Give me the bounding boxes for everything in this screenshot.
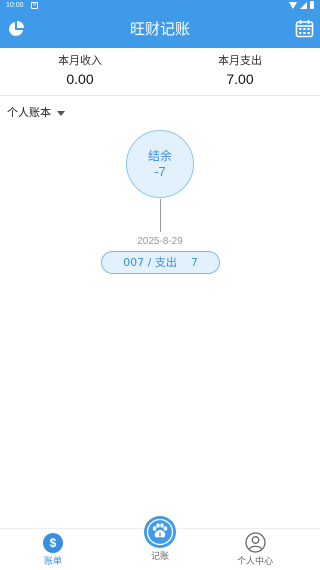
page-title: 旺财记账 (129, 20, 190, 38)
expense-value: 7.00 (226, 71, 254, 87)
balance-label: 结余 (147, 149, 172, 163)
caret-down-icon (57, 110, 65, 116)
paw-icon: ¥ (146, 518, 174, 546)
wifi-icon (289, 1, 297, 9)
notification-icon: ✕ (31, 2, 38, 9)
app-header: 10:00 ✕ 旺财记账 (0, 0, 320, 48)
balance-value: -7 (154, 164, 166, 179)
nav-bill-label: 账单 (43, 557, 62, 567)
nav-me[interactable]: 个人中心 (202, 529, 308, 570)
add-record-button[interactable]: ¥ (144, 516, 176, 548)
status-time: 10:00 (6, 2, 24, 9)
book-selector[interactable]: 个人账本 (7, 105, 65, 121)
status-icons (289, 1, 314, 9)
nav-bill[interactable]: $ 账单 (0, 529, 106, 570)
income-value: 0.00 (66, 71, 94, 87)
signal-icon (300, 1, 307, 9)
dollar-icon: $ (43, 533, 63, 553)
income-label: 本月收入 (58, 54, 102, 67)
status-bar: 10:00 ✕ (0, 0, 320, 11)
expense-label: 本月支出 (218, 54, 262, 67)
svg-text:¥: ¥ (159, 532, 162, 538)
battery-icon (310, 1, 314, 9)
add-record-label: 记账 (150, 552, 169, 562)
balance-circle: 结余 -7 (126, 130, 194, 198)
timeline-connector (160, 199, 161, 232)
user-icon (245, 532, 266, 553)
book-selector-label: 个人账本 (7, 106, 51, 119)
record-date: 2025-8-29 (137, 236, 183, 247)
record-item[interactable]: 007 / 支出 7 (101, 251, 220, 274)
expense-summary: 本月支出 7.00 (160, 54, 320, 88)
nav-me-label: 个人中心 (236, 557, 273, 567)
month-summary: 本月收入 0.00 本月支出 7.00 (0, 48, 320, 96)
income-summary: 本月收入 0.00 (0, 54, 160, 88)
calendar-icon[interactable] (295, 19, 314, 38)
